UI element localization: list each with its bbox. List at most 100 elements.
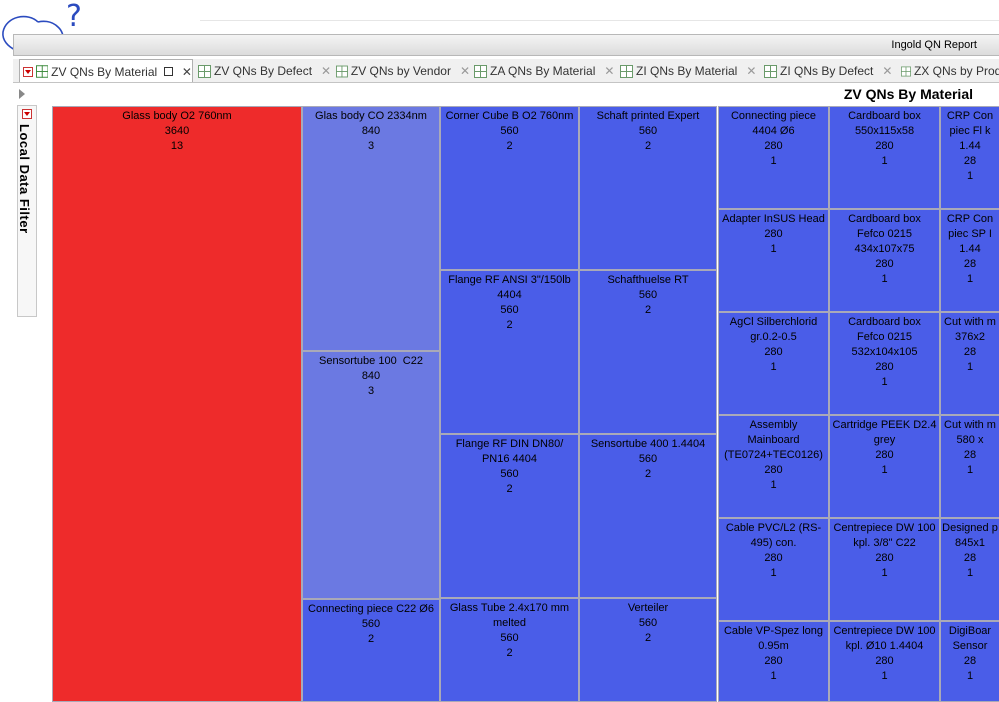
treemap-cell[interactable]: Connecting piece 4404 Ø6 280 1 (718, 106, 829, 209)
treemap-cell[interactable]: Flange RF DIN DN80/ PN16 4404 560 2 (440, 434, 579, 598)
treemap-cell[interactable]: Schafthuelse RT 560 2 (579, 270, 717, 434)
treemap-cell[interactable]: Cable VP-Spez long 0.95m 280 1 (718, 621, 829, 702)
treemap-cell[interactable]: CRP Con piec Fl k 1.44 28 1 (940, 106, 999, 209)
treemap-cell[interactable]: DigiBoar Sensor 28 1 (940, 621, 999, 702)
tab-menu-icon[interactable] (23, 66, 33, 77)
treemap-cell-value: 280 (875, 449, 894, 461)
treemap-cell[interactable]: Connecting piece C22 Ø6 560 2 (302, 599, 440, 702)
treemap-cell-value: 280 (875, 655, 894, 667)
treemap-cell-name: Schafthuelse RT (607, 274, 689, 286)
treemap-cell-value: 280 (875, 140, 894, 152)
table-icon (620, 64, 633, 78)
treemap-cell-value: 560 (500, 125, 519, 137)
treemap-cell[interactable]: Glas body CO 2334nm 840 3 (302, 106, 440, 351)
tab-label: ZI QNs By Defect (780, 64, 874, 78)
close-icon[interactable]: ✕ (460, 64, 470, 78)
tab-zi-qns-by-defect[interactable]: ZI QNs By Defect ✕ (761, 60, 897, 82)
treemap-cell[interactable]: Cut with m 580 x 28 1 (940, 415, 999, 518)
local-data-filter-panel[interactable]: Local Data Filter (17, 105, 37, 317)
treemap-cell[interactable]: Glass body O2 760nm 3640 13 (52, 106, 302, 702)
treemap-cell[interactable]: Corner Cube B O2 760nm 560 2 (440, 106, 579, 270)
treemap-cell-value: 560 (638, 453, 658, 465)
treemap-cell-count: 2 (506, 319, 513, 331)
treemap-cell-name: Designed p 845x1 (942, 522, 998, 549)
table-icon (764, 64, 777, 78)
local-data-filter-label: Local Data Filter (17, 124, 32, 234)
treemap-cell-value: 840 (361, 125, 381, 137)
treemap-chart: Glass body O2 760nm 3640 13 Glas body CO 23… (52, 106, 999, 702)
expand-panel-icon[interactable] (19, 89, 25, 99)
treemap-cell-count: 1 (770, 361, 777, 373)
close-icon[interactable]: ✕ (604, 64, 614, 78)
treemap-cell[interactable]: Glass Tube 2.4x170 mm melted 560 2 (440, 598, 579, 702)
treemap-cell[interactable]: Cut with m 376x2 28 1 (940, 312, 999, 415)
treemap-cell[interactable]: CRP Con piec SP I 1.44 28 1 (940, 209, 999, 312)
close-icon[interactable]: ✕ (882, 64, 892, 78)
treemap-cell[interactable]: Schaft printed Expert 560 2 (579, 106, 717, 270)
treemap-cell-value: 1.44 (959, 140, 981, 152)
treemap-cell-extra: 1 (966, 273, 974, 285)
window-title: Ingold QN Report (891, 39, 977, 51)
treemap-cell[interactable]: Verteiler 560 2 (579, 598, 717, 702)
treemap-cell[interactable]: Cable PVC/L2 (RS- 495) con. 280 1 (718, 518, 829, 621)
treemap-cell-value: 280 (875, 361, 894, 373)
treemap-cell-count: 28 (963, 258, 977, 270)
treemap-cell-name: CRP Con piec Fl k (946, 110, 994, 137)
maximize-icon[interactable] (164, 67, 173, 76)
treemap-cell[interactable]: Assembly Mainboard (TE0724+TEC0126) 280 1 (718, 415, 829, 518)
treemap-cell-value: 1.44 (959, 243, 981, 255)
treemap-cell[interactable]: Centrepiece DW 100 kpl. Ø10 1.4404 280 1 (829, 621, 940, 702)
close-icon[interactable]: ✕ (321, 64, 331, 78)
treemap-cell-count: 2 (506, 647, 513, 659)
treemap-cell[interactable]: Cardboard box Fefco 0215 532x104x105 280 1 (829, 312, 940, 415)
treemap-cell-value: 280 (764, 464, 783, 476)
treemap-cell[interactable]: Sensortube 400 1.4404 560 2 (579, 434, 717, 598)
treemap-cell[interactable]: Cardboard box 550x115x58 280 1 (829, 106, 940, 209)
treemap-cell-name: Sensortube 100 C22 (319, 355, 423, 367)
table-icon (35, 65, 49, 78)
tab-label: ZV QNs by Vendor (350, 64, 451, 78)
tab-zv-qns-by-vendor[interactable]: ZV QNs by Vendor ✕ (333, 60, 470, 82)
treemap-cell-count: 2 (644, 632, 652, 644)
treemap-cell[interactable]: Designed p 845x1 28 1 (940, 518, 999, 621)
treemap-cell-value: 280 (764, 655, 783, 667)
tab-zv-qns-by-material[interactable]: ZV QNs By Material ✕ (19, 59, 193, 82)
tab-zi-qns-by-material[interactable]: ZI QNs By Material ✕ (617, 60, 760, 82)
treemap-cell[interactable]: Cardboard box Fefco 0215 434x107x75 280 1 (829, 209, 940, 312)
tab-zv-qns-by-defect[interactable]: ZV QNs By Defect ✕ (195, 60, 332, 82)
table-icon (198, 64, 211, 78)
treemap-cell-name: AgCl Silberchlorid gr.0.2-0.5 (729, 316, 818, 343)
treemap-cell-name: Assembly Mainboard (TE0724+TEC0126) (724, 419, 823, 461)
window-titlebar: Ingold QN Report (13, 34, 999, 56)
treemap-cell-value: 280 (764, 346, 783, 358)
treemap-cell-name: Cardboard box Fefco 0215 434x107x75 (848, 213, 921, 255)
treemap-cell-value: 280 (875, 258, 894, 270)
treemap-cell[interactable]: AgCl Silberchlorid gr.0.2-0.5 280 1 (718, 312, 829, 415)
treemap-cell-value: 560 (500, 632, 519, 644)
treemap-cell-count: 1 (881, 567, 888, 579)
treemap-cell-count: 1 (966, 670, 974, 682)
treemap-cell-value: 560 (361, 618, 381, 630)
treemap-cell[interactable]: Cartridge PEEK D2.4 grey 280 1 (829, 415, 940, 518)
tab-zx-qns-by-product[interactable]: ZX QNs by Produ (898, 60, 999, 82)
tab-label: ZV QNs By Defect (214, 64, 313, 78)
filter-menu-icon[interactable] (22, 109, 32, 119)
treemap-cell[interactable]: Flange RF ANSI 3"/150lb 4404 560 2 (440, 270, 579, 434)
treemap-cell-name: Cardboard box Fefco 0215 532x104x105 (848, 316, 921, 358)
close-icon[interactable]: ✕ (746, 64, 756, 78)
treemap-cell-extra: 1 (966, 170, 974, 182)
treemap-cell-value: 560 (638, 289, 658, 301)
treemap-cell-value: 28 (963, 449, 977, 461)
treemap-cell[interactable]: Sensortube 100 C22 840 3 (302, 351, 440, 599)
treemap-cell-name: Cable VP-Spez long 0.95m (723, 625, 824, 652)
treemap-cell-name: Verteiler (627, 602, 669, 614)
close-icon[interactable]: ✕ (182, 65, 192, 79)
treemap-cell-value: 560 (500, 468, 519, 480)
tab-za-qns-by-material[interactable]: ZA QNs By Material ✕ (471, 60, 616, 82)
treemap-cell[interactable]: Adapter InSUS Head 280 1 (718, 209, 829, 312)
treemap-cell-name: Connecting piece 4404 Ø6 (730, 110, 816, 137)
table-icon (901, 66, 911, 76)
treemap-cell[interactable]: Centrepiece DW 100 kpl. 3/8" C22 280 1 (829, 518, 940, 621)
treemap-cell-count: 1 (770, 567, 777, 579)
tab-label: ZI QNs By Material (636, 64, 738, 78)
